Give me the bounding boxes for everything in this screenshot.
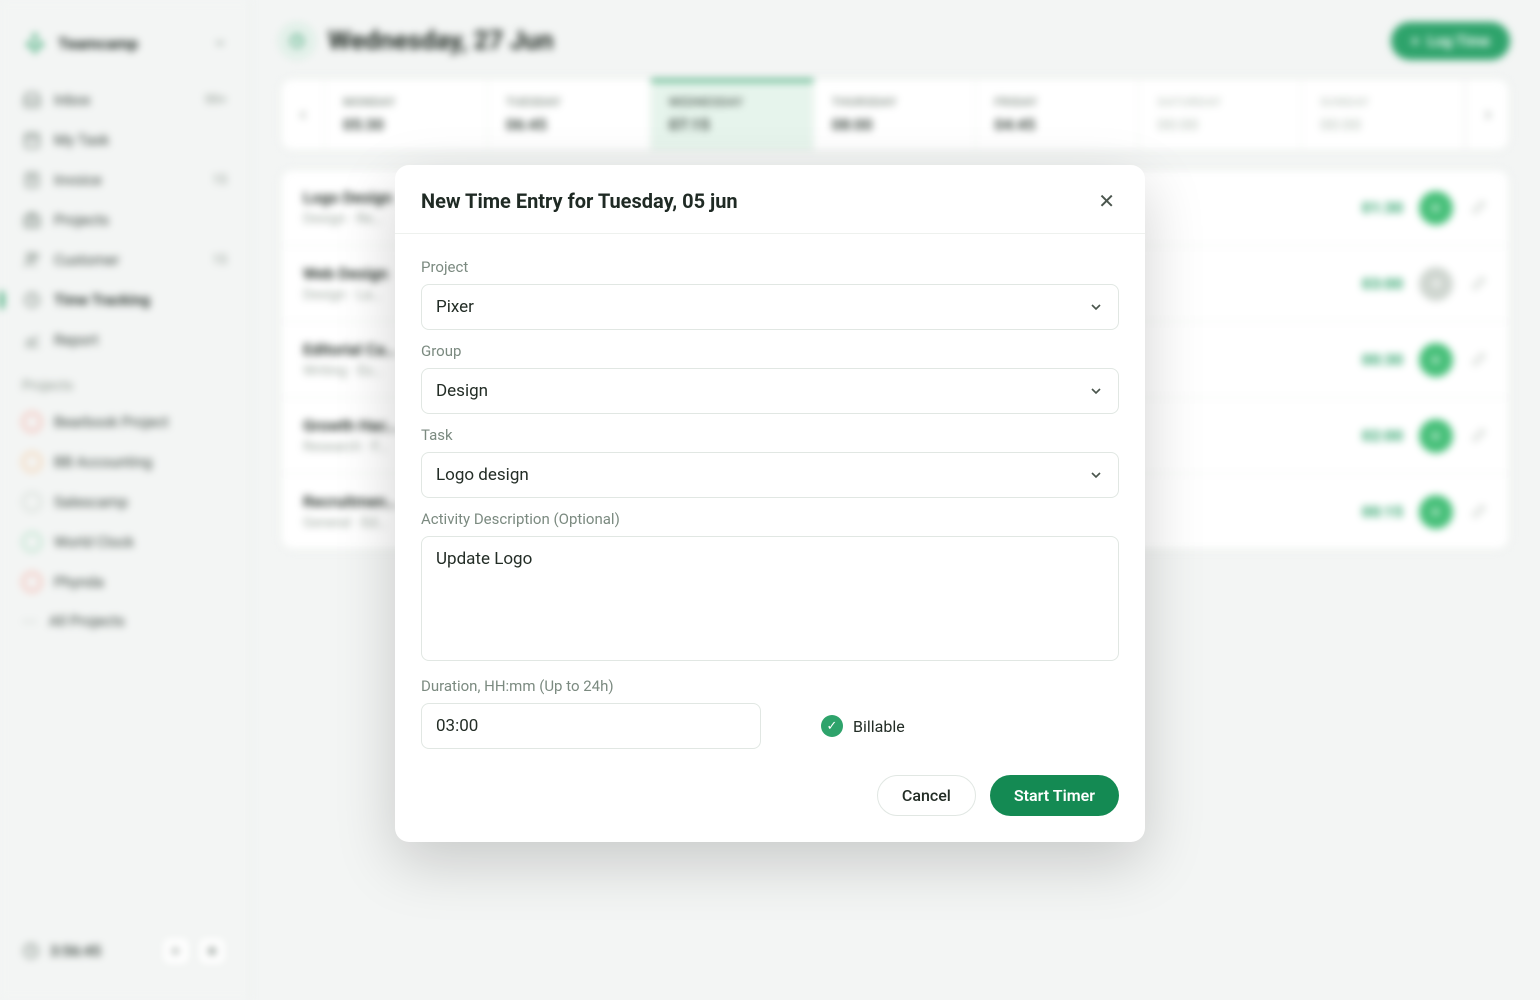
project-label: Project [421,258,1119,276]
check-icon: ✓ [821,715,843,737]
chevron-down-icon [1088,383,1104,399]
close-button[interactable]: ✕ [1094,185,1119,217]
cancel-button[interactable]: Cancel [877,775,976,816]
close-icon: ✕ [1098,189,1115,213]
chevron-down-icon [1088,299,1104,315]
start-timer-button[interactable]: Start Timer [990,775,1119,816]
new-time-entry-modal: New Time Entry for Tuesday, 05 jun ✕ Pro… [395,165,1145,842]
group-select[interactable]: Design [421,368,1119,414]
modal-overlay: New Time Entry for Tuesday, 05 jun ✕ Pro… [0,0,1540,1000]
task-select[interactable]: Logo design [421,452,1119,498]
activity-label: Activity Description (Optional) [421,510,1119,528]
duration-input[interactable] [421,703,761,749]
task-label: Task [421,426,1119,444]
chevron-down-icon [1088,467,1104,483]
activity-textarea[interactable] [421,536,1119,661]
billable-toggle[interactable]: ✓ Billable [821,715,905,737]
group-label: Group [421,342,1119,360]
duration-label: Duration, HH:mm (Up to 24h) [421,677,1119,695]
project-select[interactable]: Pixer [421,284,1119,330]
modal-title: New Time Entry for Tuesday, 05 jun [421,189,738,213]
